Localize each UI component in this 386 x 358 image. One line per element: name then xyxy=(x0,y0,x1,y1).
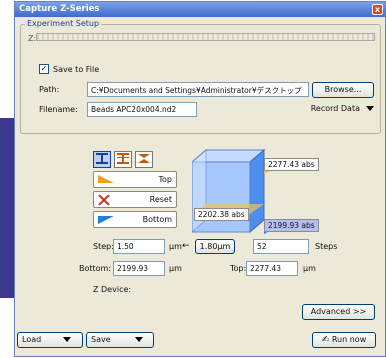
chevron-down-icon xyxy=(63,337,72,342)
save-to-file-row[interactable]: ✓ Save to File xyxy=(39,64,99,74)
close-button[interactable]: x xyxy=(372,4,383,15)
top-bottom-mode-button[interactable] xyxy=(93,151,111,168)
range-mode-button[interactable] xyxy=(114,151,132,168)
save-to-file-checkbox[interactable]: ✓ xyxy=(39,64,49,74)
window-title: Capture Z-Series xyxy=(19,4,100,14)
close-icon: x xyxy=(374,5,381,14)
record-data-dropdown[interactable]: Record Data xyxy=(290,102,374,118)
bottom-unit: µm xyxy=(169,264,182,273)
run-now-button[interactable]: ✍ Run now xyxy=(312,332,376,348)
steps-input[interactable]: 52 xyxy=(253,239,309,254)
top-input[interactable]: 2277.43 xyxy=(246,261,298,276)
save-label: Save xyxy=(91,335,111,344)
background-window-strip xyxy=(0,118,14,298)
symmetric-mode-icon xyxy=(138,154,150,163)
record-data-label: Record Data xyxy=(310,104,360,113)
bottom-position-tag: 2199.93 abs xyxy=(264,219,319,232)
symmetric-mode-button[interactable] xyxy=(135,151,153,168)
top-label: Top: xyxy=(230,264,247,273)
top-position-tag: 2277.43 abs xyxy=(264,158,319,171)
save-dropdown[interactable]: Save xyxy=(86,332,154,348)
current-position-tag: 2202.38 abs xyxy=(194,208,249,221)
set-bottom-label: Bottom xyxy=(142,215,172,224)
filename-label: Filename: xyxy=(39,105,78,114)
reset-button[interactable]: Reset xyxy=(93,191,177,208)
top-marker-icon xyxy=(98,175,114,183)
load-dropdown[interactable]: Load xyxy=(17,332,83,348)
path-field[interactable]: C:¥Documents and Settings¥Administrator¥… xyxy=(87,82,309,97)
bottom-label: Bottom: xyxy=(79,264,112,273)
top-unit: µm xyxy=(303,264,316,273)
z-progress-bar xyxy=(36,33,375,41)
title-bar[interactable]: Capture Z-Series x xyxy=(15,2,385,17)
capture-z-series-window: Capture Z-Series x Experiment Setup Z: ✓… xyxy=(14,1,386,357)
set-top-button[interactable]: Top xyxy=(93,171,177,188)
arrow-left-icon: ← xyxy=(182,241,190,251)
chevron-down-icon xyxy=(366,106,374,111)
path-label: Path: xyxy=(39,85,60,94)
range-mode-icon xyxy=(117,153,129,164)
suggested-step-button[interactable]: 1.80µm xyxy=(195,239,235,254)
z-device-label: Z Device: xyxy=(93,285,132,294)
top-bottom-mode-icon xyxy=(96,153,108,164)
set-top-label: Top xyxy=(158,175,173,184)
reset-x-icon xyxy=(98,195,110,205)
set-bottom-button[interactable]: Bottom xyxy=(93,211,177,228)
experiment-setup-legend: Experiment Setup xyxy=(25,19,102,28)
step-label: Step: xyxy=(93,242,114,251)
browse-button[interactable]: Browse... xyxy=(312,82,374,98)
steps-label: Steps xyxy=(315,242,338,251)
save-to-file-label: Save to File xyxy=(53,64,100,74)
running-figure-icon: ✍ xyxy=(321,335,330,345)
z-progress-label: Z: xyxy=(28,34,37,43)
run-now-label: Run now xyxy=(331,335,367,344)
advanced-button[interactable]: Advanced >> xyxy=(302,304,375,320)
bottom-input[interactable]: 2199.93 xyxy=(113,261,165,276)
bottom-marker-icon xyxy=(98,216,114,224)
chevron-down-icon xyxy=(134,337,143,342)
reset-label: Reset xyxy=(149,195,172,204)
step-unit: µm xyxy=(169,242,182,251)
step-input[interactable]: 1.50 xyxy=(113,239,165,254)
filename-field[interactable]: Beads APC20x004.nd2 xyxy=(87,102,197,117)
load-label: Load xyxy=(22,335,42,344)
